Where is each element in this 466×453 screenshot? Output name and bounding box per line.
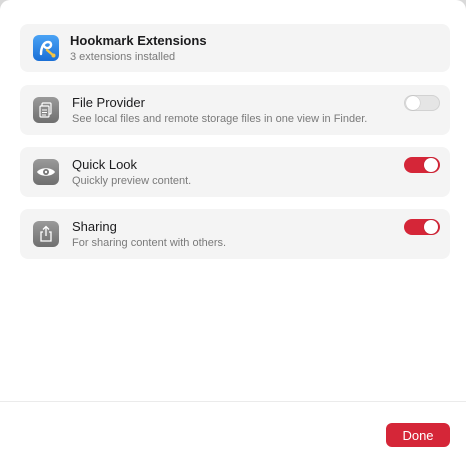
extension-row-file-provider: File Provider See local files and remote… (20, 85, 450, 135)
toggle-knob (424, 158, 438, 172)
extension-description: See local files and remote storage files… (72, 113, 368, 125)
sharing-toggle[interactable] (404, 219, 440, 235)
done-button[interactable]: Done (386, 423, 450, 447)
share-icon (33, 221, 59, 247)
header-subtitle: 3 extensions installed (70, 51, 176, 63)
extension-row-quick-look: Quick Look Quickly preview content. (20, 147, 450, 197)
toggle-knob (424, 220, 438, 234)
documents-icon (33, 97, 59, 123)
toggle-knob (406, 96, 420, 110)
extensions-sheet: Hookmark Extensions 3 extensions install… (0, 0, 466, 453)
file-provider-toggle[interactable] (404, 95, 440, 111)
extension-title: Quick Look (72, 157, 138, 172)
eye-icon (33, 159, 59, 185)
header-card: Hookmark Extensions 3 extensions install… (20, 24, 450, 72)
footer-divider (0, 401, 466, 402)
extension-description: Quickly preview content. (72, 175, 192, 187)
quick-look-toggle[interactable] (404, 157, 440, 173)
extension-row-sharing: Sharing For sharing content with others. (20, 209, 450, 259)
hookmark-app-icon (33, 35, 59, 61)
extension-title: File Provider (72, 95, 145, 110)
extension-description: For sharing content with others. (72, 237, 227, 249)
extension-title: Sharing (72, 219, 117, 234)
header-title: Hookmark Extensions (70, 33, 207, 48)
